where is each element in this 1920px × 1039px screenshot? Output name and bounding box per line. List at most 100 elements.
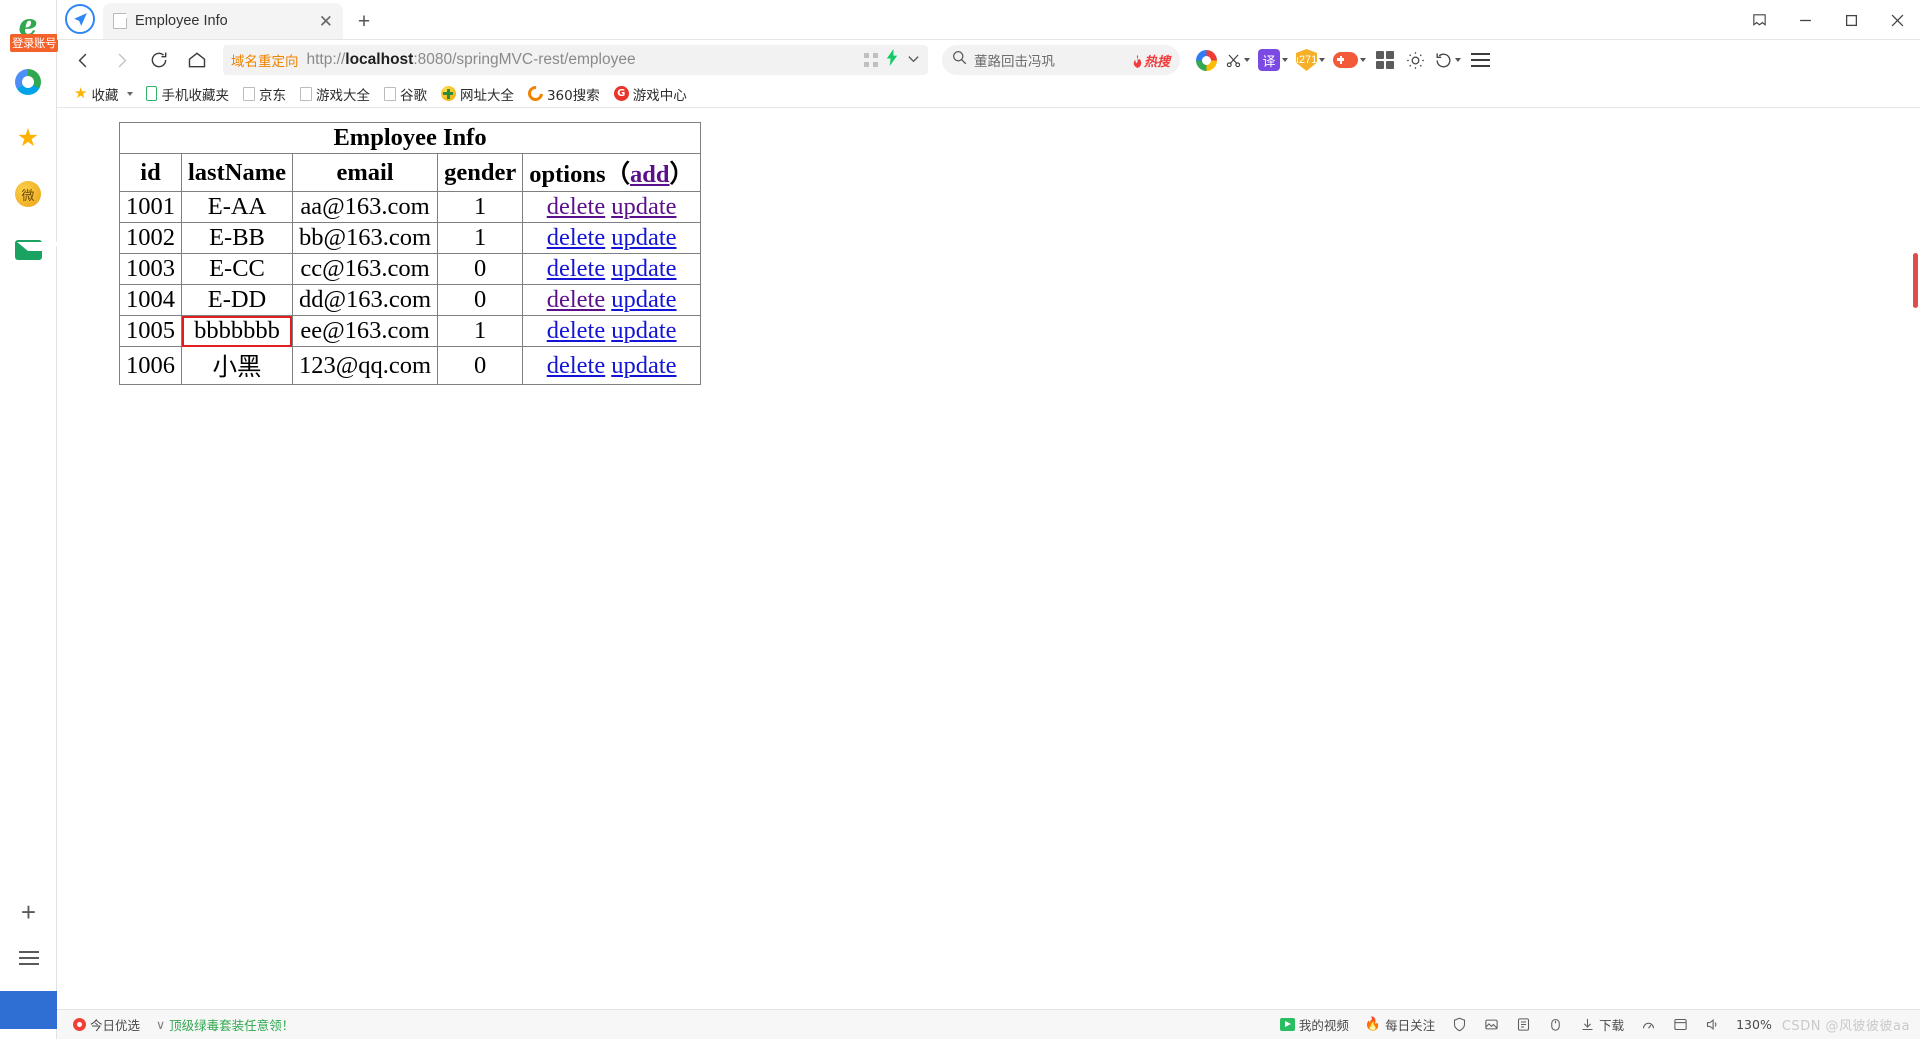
update-link[interactable]: update xyxy=(611,255,676,282)
shield-icon xyxy=(1451,1017,1467,1033)
delete-link[interactable]: delete xyxy=(547,317,606,344)
bookmark-favorites[interactable]: ★ 收藏 xyxy=(67,82,125,106)
minimize-button[interactable] xyxy=(1782,0,1828,40)
maximize-button[interactable] xyxy=(1828,0,1874,40)
weibo-icon[interactable]: 微 xyxy=(8,174,48,214)
cell-options: delete update xyxy=(522,253,702,285)
hot-search-label: 热搜 xyxy=(1143,54,1170,70)
history-undo-icon[interactable] xyxy=(1431,44,1464,76)
cell-email: ee@163.com xyxy=(291,315,439,347)
status-image[interactable] xyxy=(1477,1015,1505,1035)
shield-protect-icon[interactable]: \u2714 xyxy=(1293,44,1328,76)
speed-bolt-icon[interactable] xyxy=(886,49,899,71)
status-volume[interactable] xyxy=(1698,1015,1726,1035)
cell-lastname: E-DD xyxy=(181,284,293,316)
delete-link[interactable]: delete xyxy=(547,286,606,313)
bookmark-mobile-favorites[interactable]: 手机收藏夹 xyxy=(139,82,236,106)
qr-code-icon[interactable] xyxy=(864,53,878,67)
360-browser-icon[interactable] xyxy=(1192,44,1220,76)
bookmark-360-search[interactable]: 360搜索 xyxy=(521,82,607,106)
shield-caret-icon[interactable] xyxy=(1319,58,1325,62)
forward-button[interactable] xyxy=(103,44,139,76)
bookmark-google[interactable]: 谷歌 xyxy=(377,82,434,106)
bookmark-games[interactable]: 游戏大全 xyxy=(293,82,377,106)
browser-logo-button[interactable] xyxy=(57,0,103,39)
delete-link[interactable]: delete xyxy=(547,255,606,282)
browser-window: e 登录账号 ★ 微 + Employee Info ✕ + 域名重定向 htt… xyxy=(0,0,1920,1039)
chrome-icon[interactable] xyxy=(8,62,48,102)
url-text: http://localhost:8080/springMVC-rest/emp… xyxy=(307,51,857,69)
status-window[interactable] xyxy=(1666,1015,1694,1035)
favorites-star-icon[interactable]: ★ xyxy=(8,118,48,158)
home-button[interactable] xyxy=(179,44,215,76)
page-icon xyxy=(383,86,396,101)
bookmark-game-center[interactable]: G 游戏中心 xyxy=(607,82,694,106)
scrollbar-thumb[interactable] xyxy=(1913,253,1918,308)
status-speed[interactable] xyxy=(1634,1015,1662,1035)
tab-employee-info[interactable]: Employee Info ✕ xyxy=(103,3,343,39)
mail-icon[interactable] xyxy=(8,230,62,270)
delete-link[interactable]: delete xyxy=(547,193,606,220)
reload-button[interactable] xyxy=(141,44,177,76)
translate-icon[interactable]: 译 xyxy=(1255,44,1291,76)
update-link[interactable]: update xyxy=(611,352,676,379)
status-shield[interactable] xyxy=(1445,1015,1473,1035)
delete-link[interactable]: delete xyxy=(547,352,606,379)
delete-link[interactable]: delete xyxy=(547,224,606,251)
update-link[interactable]: update xyxy=(611,317,676,344)
chevron-icon: ∨ xyxy=(156,1017,166,1032)
update-link[interactable]: update xyxy=(611,193,676,220)
login-account-badge[interactable]: 登录账号 xyxy=(10,34,58,52)
page-icon xyxy=(242,86,255,101)
ie-logo-icon[interactable]: e 登录账号 xyxy=(8,6,58,52)
bookmark-label: 手机收藏夹 xyxy=(161,87,229,104)
update-link[interactable]: update xyxy=(611,224,676,251)
status-mouse[interactable] xyxy=(1541,1015,1569,1035)
restore-session-button[interactable] xyxy=(1736,0,1782,40)
status-zoom-level[interactable]: 130% xyxy=(1730,1015,1778,1034)
status-promo[interactable]: ∨ 顶级绿毒套装任意领！ xyxy=(150,1013,300,1036)
column-header-options: options（add） xyxy=(522,153,702,192)
new-tab-button[interactable]: + xyxy=(347,5,381,39)
translate-caret-icon[interactable] xyxy=(1282,58,1288,62)
status-bar: 今日优选 ∨ 顶级绿毒套装任意领！ 我的视频 🔥 每日关注 下载 130% CS… xyxy=(57,1009,1920,1039)
status-today-deals[interactable]: 今日优选 xyxy=(67,1013,146,1036)
search-box[interactable]: 董路回击冯巩 热搜 xyxy=(942,45,1180,75)
bookmark-jd[interactable]: 京东 xyxy=(236,82,293,106)
status-daily-follow[interactable]: 🔥 每日关注 xyxy=(1359,1013,1441,1036)
bookmarks-dropdown-caret-icon[interactable] xyxy=(127,91,134,96)
search-input[interactable]: 董路回击冯巩 xyxy=(974,50,1124,70)
chevron-down-icon[interactable] xyxy=(907,52,920,68)
scissors-caret-icon[interactable] xyxy=(1244,58,1250,62)
game-controller-icon[interactable] xyxy=(1330,44,1369,76)
url-scheme: http:// xyxy=(306,51,346,68)
apps-grid-icon[interactable] xyxy=(1371,44,1399,76)
table-row: 1003 E-CC cc@163.com 0 delete update xyxy=(119,253,702,285)
game-caret-icon[interactable] xyxy=(1360,58,1366,62)
bookmark-hao123[interactable]: 网址大全 xyxy=(434,82,521,106)
close-window-button[interactable] xyxy=(1874,0,1920,40)
tab-close-icon[interactable]: ✕ xyxy=(319,13,333,30)
status-download[interactable]: 下载 xyxy=(1573,1013,1630,1036)
game-glyph xyxy=(1333,52,1358,68)
theme-sun-icon[interactable] xyxy=(1401,44,1429,76)
add-panel-icon[interactable]: + xyxy=(21,899,36,925)
url-bar[interactable]: 域名重定向 http://localhost:8080/springMVC-re… xyxy=(223,45,928,75)
menu-hamburger-icon[interactable] xyxy=(1466,44,1494,76)
history-caret-icon[interactable] xyxy=(1455,58,1461,62)
window-controls xyxy=(1736,0,1920,40)
list-panel-icon[interactable] xyxy=(18,951,39,965)
page-scrollbar[interactable] xyxy=(1906,108,1920,1009)
csdn-watermark: CSDN @风彼彼彼aa xyxy=(1781,1019,1910,1034)
update-link[interactable]: update xyxy=(611,286,676,313)
cell-lastname: bbbbbbb xyxy=(181,315,293,347)
screenshot-scissors-icon[interactable] xyxy=(1222,44,1253,76)
bookmark-label: 网址大全 xyxy=(459,87,514,104)
hot-search-badge[interactable]: 热搜 xyxy=(1131,51,1170,70)
status-my-video[interactable]: 我的视频 xyxy=(1274,1013,1355,1036)
add-employee-link[interactable]: add xyxy=(630,161,670,188)
back-button[interactable] xyxy=(65,44,101,76)
game-center-icon: G xyxy=(613,86,629,101)
status-note[interactable] xyxy=(1509,1015,1537,1035)
hamburger-glyph xyxy=(1470,53,1490,67)
